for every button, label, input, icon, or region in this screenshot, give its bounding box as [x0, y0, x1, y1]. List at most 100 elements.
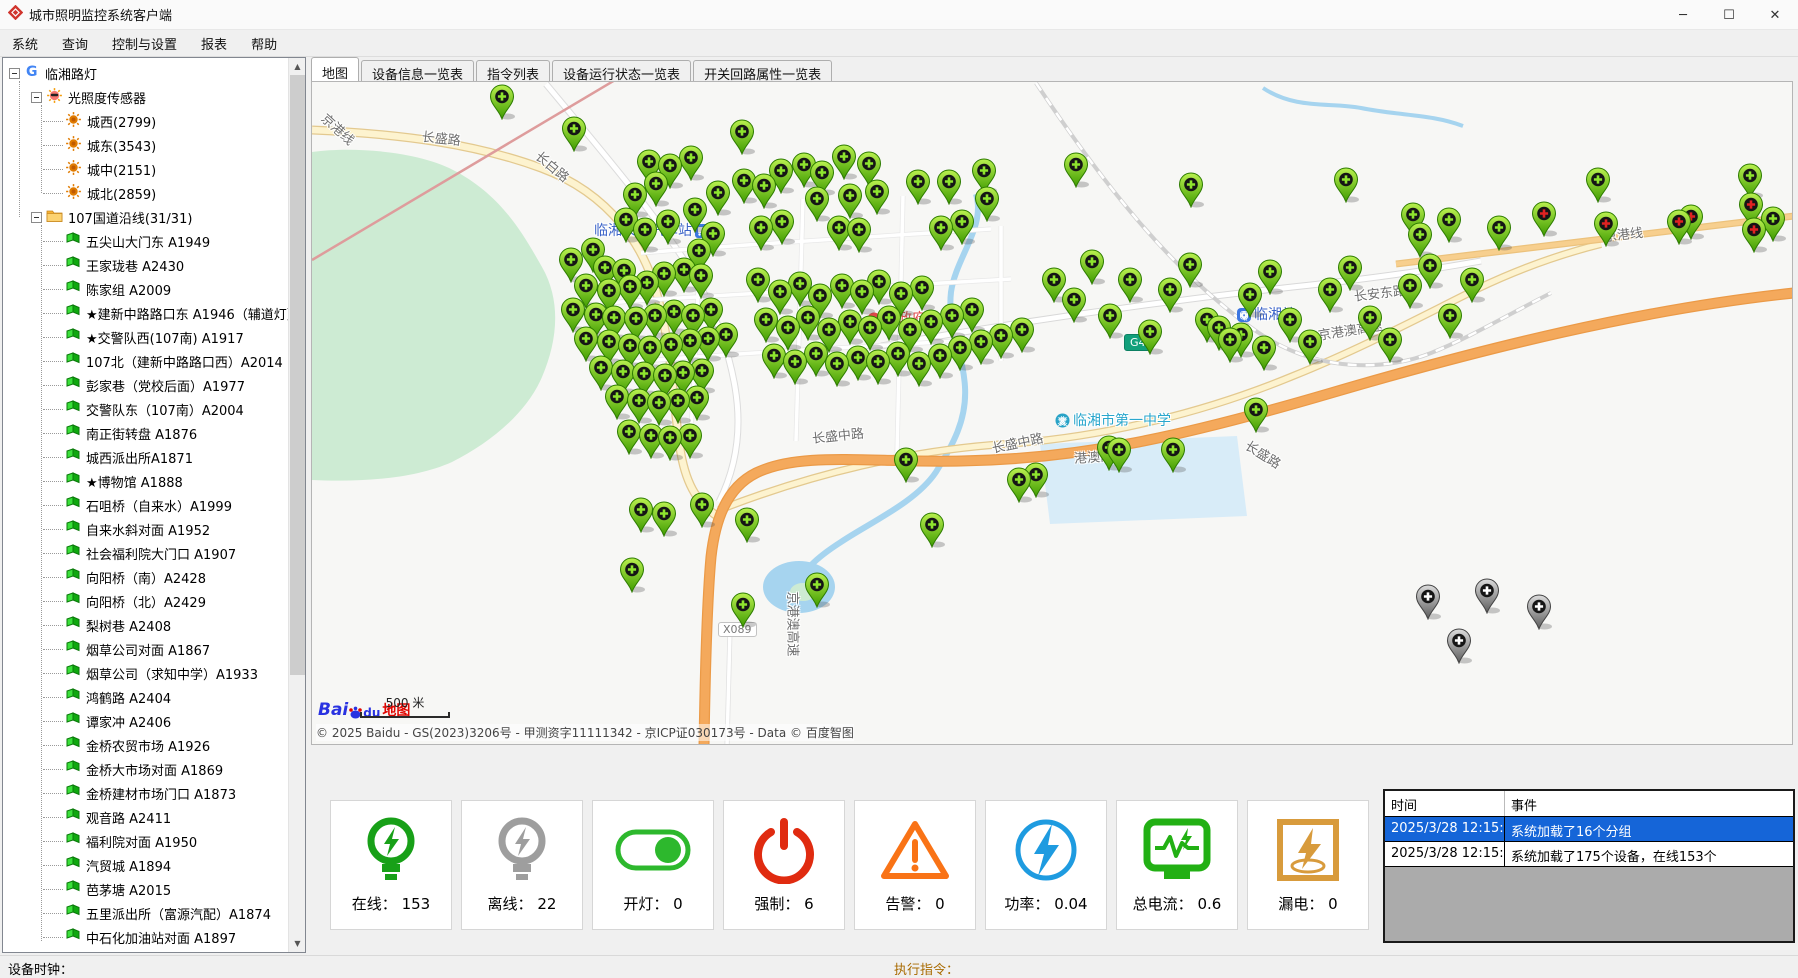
map-pin-online[interactable]: [748, 215, 774, 251]
map-pin-online[interactable]: [1437, 303, 1463, 339]
menu-item-2[interactable]: 控制与设置: [100, 30, 189, 57]
map-pin-online[interactable]: [837, 183, 863, 219]
map-pin-offline[interactable]: [1446, 628, 1472, 664]
map-pin-online[interactable]: [1436, 207, 1462, 243]
map-pin-online[interactable]: [619, 557, 645, 593]
tree-item-device[interactable]: 中石化加油站对面 A1897: [3, 925, 305, 949]
map-pin-online[interactable]: [804, 572, 830, 608]
tree-item-device[interactable]: 南正街转盘 A1876: [3, 421, 305, 445]
map-pin-online[interactable]: [1006, 467, 1032, 503]
map-pin-online[interactable]: [705, 180, 731, 216]
map-pin-online[interactable]: [646, 390, 672, 426]
scroll-down-icon[interactable]: ▼: [289, 935, 306, 952]
tree-item-device[interactable]: 梨树巷 A2408: [3, 613, 305, 637]
tree-item-device[interactable]: 福利院对面 A1950: [3, 829, 305, 853]
map-tab-4[interactable]: 开关回路属性一览表: [693, 60, 832, 82]
tree-item-device[interactable]: 城东(3543): [3, 133, 305, 157]
map-pin-online[interactable]: [893, 447, 919, 483]
map-pin-online[interactable]: [730, 592, 756, 628]
tree-item-device[interactable]: 交警队东（107南）A2004: [3, 397, 305, 421]
tree-item-device[interactable]: 107北（建新中路路口西）A2014: [3, 349, 305, 373]
tree-item-device[interactable]: ★交警队西(107南) A1917: [3, 325, 305, 349]
map-pin-offline[interactable]: [1415, 584, 1441, 620]
map-pin-online[interactable]: [846, 217, 872, 253]
map-pin-online[interactable]: [689, 492, 715, 528]
map-pin-online[interactable]: [1079, 249, 1105, 285]
map-pin-online[interactable]: [1585, 167, 1611, 203]
event-row[interactable]: 2025/3/28 12:15:08系统加载了16个分组: [1385, 817, 1793, 842]
tree-item-device[interactable]: 金桥建材市场门口 A1873: [3, 781, 305, 805]
maximize-button[interactable]: ☐: [1706, 0, 1752, 30]
tree-item-device[interactable]: ★博物馆 A1888: [3, 469, 305, 493]
tree-item-device[interactable]: 五尖山大门东 A1949: [3, 229, 305, 253]
menu-item-1[interactable]: 查询: [50, 30, 100, 57]
map-pin-online[interactable]: [864, 179, 890, 215]
close-button[interactable]: ✕: [1752, 0, 1798, 30]
map-tab-2[interactable]: 指令列表: [476, 60, 550, 82]
map-pin-forced[interactable]: [1531, 201, 1557, 237]
map-pin-forced[interactable]: [1666, 209, 1692, 245]
map-canvas[interactable]: 京港线长盛路长白路临湘长途汽车站市政府长安东路Q临湘站京港线京港澳高速港澳高速长…: [311, 81, 1793, 745]
scroll-thumb[interactable]: [290, 75, 305, 675]
map-pin-online[interactable]: [734, 507, 760, 543]
map-pin-online[interactable]: [906, 351, 932, 387]
map-pin-online[interactable]: [919, 512, 945, 548]
map-pin-online[interactable]: [657, 425, 683, 461]
tree-item-device[interactable]: 社会福利院大门口 A1907: [3, 541, 305, 565]
map-pin-forced[interactable]: [1741, 217, 1767, 253]
expand-collapse-icon[interactable]: [31, 212, 42, 223]
tree-item-device[interactable]: 石咀桥（自来水）A1999: [3, 493, 305, 517]
map-pin-online[interactable]: [1160, 437, 1186, 473]
map-pin-online[interactable]: [1243, 397, 1269, 433]
tree-item-device[interactable]: 城北(2859): [3, 181, 305, 205]
map-pin-online[interactable]: [1217, 327, 1243, 363]
map-pin-online[interactable]: [1251, 335, 1277, 371]
map-tab-1[interactable]: 设备信息一览表: [361, 60, 474, 82]
tree-item-device[interactable]: 五里派出所（富源汽配）A1874: [3, 901, 305, 925]
tree-item-device[interactable]: 陈家组 A2009: [3, 277, 305, 301]
event-row[interactable]: 2025/3/28 12:15:08系统加载了175个设备，在线153个: [1385, 842, 1793, 867]
map-pin-online[interactable]: [1486, 215, 1512, 251]
tree-item-device[interactable]: 烟草公司对面 A1867: [3, 637, 305, 661]
map-pin-online[interactable]: [561, 116, 587, 152]
minimize-button[interactable]: ─: [1660, 0, 1706, 30]
tree-item-device[interactable]: 金桥农贸市场 A1926: [3, 733, 305, 757]
map-pin-online[interactable]: [1178, 172, 1204, 208]
map-pin-online[interactable]: [651, 501, 677, 537]
tree-item-device[interactable]: 彭家巷（党校后面）A1977: [3, 373, 305, 397]
menu-item-3[interactable]: 报表: [189, 30, 239, 57]
map-pin-offline[interactable]: [1474, 578, 1500, 614]
tree-item-device[interactable]: 汽贸城 A1894: [3, 853, 305, 877]
map-pin-online[interactable]: [1237, 282, 1263, 318]
menu-item-0[interactable]: 系统: [0, 30, 50, 57]
tree-item-device[interactable]: 鸿鹤路 A2404: [3, 685, 305, 709]
map-pin-online[interactable]: [1061, 287, 1087, 323]
map-pin-online[interactable]: [1377, 327, 1403, 363]
tree-item-device[interactable]: 城西(2799): [3, 109, 305, 133]
tree-item-group[interactable]: 光照度传感器: [3, 85, 305, 109]
tree-scrollbar[interactable]: ▲ ▼: [288, 58, 305, 952]
tree-item-device[interactable]: 向阳桥（南）A2428: [3, 565, 305, 589]
map-pin-online[interactable]: [632, 217, 658, 253]
map-pin-forced[interactable]: [1593, 211, 1619, 247]
map-pin-online[interactable]: [928, 215, 954, 251]
map-pin-online[interactable]: [824, 351, 850, 387]
tree-item-device[interactable]: 王家珑巷 A2430: [3, 253, 305, 277]
tree-item-device[interactable]: 观音路 A2411: [3, 805, 305, 829]
map-pin-online[interactable]: [1317, 277, 1343, 313]
tree-item-device[interactable]: ★建新中路路口东 A1946（辅道灯）: [3, 301, 305, 325]
tree-item-device[interactable]: 谭家冲 A2406: [3, 709, 305, 733]
tree-item-device[interactable]: 城中(2151): [3, 157, 305, 181]
menu-item-4[interactable]: 帮助: [239, 30, 289, 57]
map-pin-online[interactable]: [1297, 329, 1323, 365]
map-pin-online[interactable]: [905, 169, 931, 205]
map-pin-online[interactable]: [751, 173, 777, 209]
tree-item-device[interactable]: 自来水斜对面 A1952: [3, 517, 305, 541]
map-pin-online[interactable]: [688, 263, 714, 299]
map-pin-online[interactable]: [1397, 273, 1423, 309]
expand-collapse-icon[interactable]: [9, 68, 20, 79]
tree-item-device[interactable]: 城西派出所A1871: [3, 445, 305, 469]
tree-item-device[interactable]: 芭茅塘 A2015: [3, 877, 305, 901]
map-pin-offline[interactable]: [1526, 594, 1552, 630]
map-pin-online[interactable]: [489, 84, 515, 120]
